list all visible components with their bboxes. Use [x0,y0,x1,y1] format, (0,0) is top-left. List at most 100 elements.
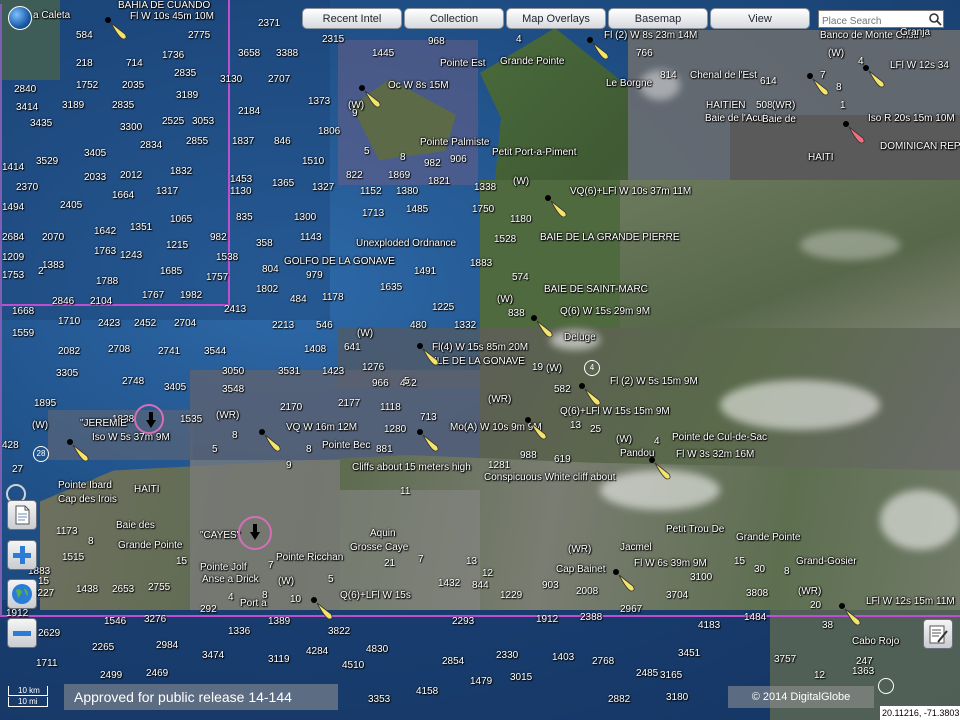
depth-sounding: 1788 [96,276,119,287]
depth-sounding: 3548 [222,384,245,395]
depth-sounding: 3405 [84,148,107,159]
navigation-light-icon[interactable] [649,457,675,483]
depth-sounding: 15 [734,556,746,567]
navigation-light-icon[interactable] [67,439,93,465]
place-label: Pointe de Cul-de-Sac [672,432,768,443]
zoom-out-button[interactable] [7,618,37,648]
place-label: Pointe Est [440,58,486,69]
depth-sounding: 3189 [62,100,85,111]
depth-sounding: 1423 [322,366,345,377]
place-label: Grande Pointe [500,56,565,67]
depth-sounding: 3300 [120,122,143,133]
depth-sounding: 1642 [94,226,117,237]
depth-sounding: 3015 [510,672,533,683]
navigation-light-icon[interactable] [807,73,833,99]
depth-sounding: 1276 [362,362,385,373]
depth-sounding: 1 [840,100,846,111]
navigation-light-icon[interactable] [531,315,557,341]
place-label: Baie de [762,114,796,125]
place-label: BAIE DE LA GRANDE PIERRE [540,232,680,243]
depth-sounding: 584 [76,30,93,41]
depth-sounding: 5 [328,574,334,585]
depth-sounding: 1821 [428,176,451,187]
document-button[interactable] [7,500,37,530]
map-canvas[interactable]: 584 2775 2371 2315 968 1445 766 814 614 508 218 714… [0,0,960,720]
globe-icon[interactable] [8,6,32,30]
place-label: Cabo Rojo [852,636,900,647]
depth-sounding: 2035 [122,80,145,91]
depth-sounding: 906 [450,154,467,165]
depth-sounding: 3276 [144,614,167,625]
navigation-light-icon[interactable] [579,383,605,409]
view-button[interactable]: View [710,8,810,29]
sector-label: (WR) [772,100,796,111]
place-label: Chenal de l'Est [690,70,757,81]
navigation-light-icon[interactable] [311,597,337,623]
depth-sounding: 1535 [180,414,203,425]
scale-mi: 10 mi [18,697,38,706]
sector-label: (W) [497,294,514,305]
navigation-light-icon[interactable] [839,603,865,629]
depth-sounding: 3757 [774,654,797,665]
map-overlays-button[interactable]: Map Overlays [506,8,606,29]
depth-sounding: 3119 [268,654,290,665]
depth-sounding: 1152 [360,186,382,197]
anchor-marker[interactable] [250,524,260,540]
navigation-light-icon[interactable] [105,17,131,43]
depth-sounding: 1338 [474,182,497,193]
light-characteristic-label: Fl W 10s 45m 10M [130,11,214,22]
depth-sounding: 12 [814,670,826,681]
zoom-in-button[interactable] [7,540,37,570]
depth-sounding: 966 [372,378,389,389]
depth-sounding: 3531 [278,366,301,377]
light-characteristic-label: Iso R 20s 15m 10M [868,113,955,124]
depth-sounding: 714 [126,58,143,69]
scale-km: 10 km [18,686,40,695]
navigation-light-icon[interactable] [843,121,869,147]
depth-sounding: 2984 [156,640,179,651]
navigation-light-icon[interactable] [525,417,551,443]
depth-sounding: 1173 [56,526,78,537]
depth-sounding: 2882 [608,694,631,705]
depth-sounding: 1837 [232,136,255,147]
depth-sounding: 846 [274,136,291,147]
depth-sounding: 1711 [36,658,58,669]
sector-label: (WR) [216,410,240,421]
depth-sounding: 2293 [452,616,475,627]
navigation-light-icon[interactable] [587,37,613,63]
navigation-light-icon[interactable] [359,85,385,111]
depth-sounding: 3405 [164,382,187,393]
depth-sounding: 2008 [576,586,599,597]
navigation-light-icon[interactable] [417,429,443,455]
place-search-input[interactable] [819,13,929,30]
depth-sounding: 484 [290,294,307,305]
navigation-light-icon[interactable] [613,569,639,595]
depth-sounding: 2213 [272,320,295,331]
place-label: Grande Pointe [118,540,183,551]
search-icon[interactable] [928,12,942,26]
depth-sounding: 2170 [280,402,303,413]
place-label: a Caleta [33,10,71,21]
depth-sounding: 1414 [2,162,25,173]
navigation-light-icon[interactable] [545,195,571,221]
depth-sounding: 1408 [304,344,327,355]
depth-sounding: 1802 [256,284,279,295]
collection-button[interactable]: Collection [404,8,504,29]
navigation-light-icon[interactable] [863,65,889,91]
recent-intel-button[interactable]: Recent Intel [302,8,402,29]
depth-sounding: 3544 [204,346,227,357]
navigation-light-icon[interactable] [259,429,285,455]
depth-sounding: 3353 [368,694,391,705]
anchor-marker[interactable] [146,412,156,428]
depth-sounding: 1982 [180,290,203,301]
navigation-light-icon[interactable] [417,343,443,369]
basemap-button[interactable]: Basemap [608,8,708,29]
depth-sounding: 15 [176,556,188,567]
globe-view-button[interactable] [7,579,37,609]
depth-sounding: 2370 [16,182,39,193]
depth-sounding: 835 [236,212,253,223]
globe-icon [12,584,32,604]
sector-label: (W) [546,363,563,374]
depth-sounding: 2082 [58,346,81,357]
edit-notes-button[interactable] [923,619,953,649]
